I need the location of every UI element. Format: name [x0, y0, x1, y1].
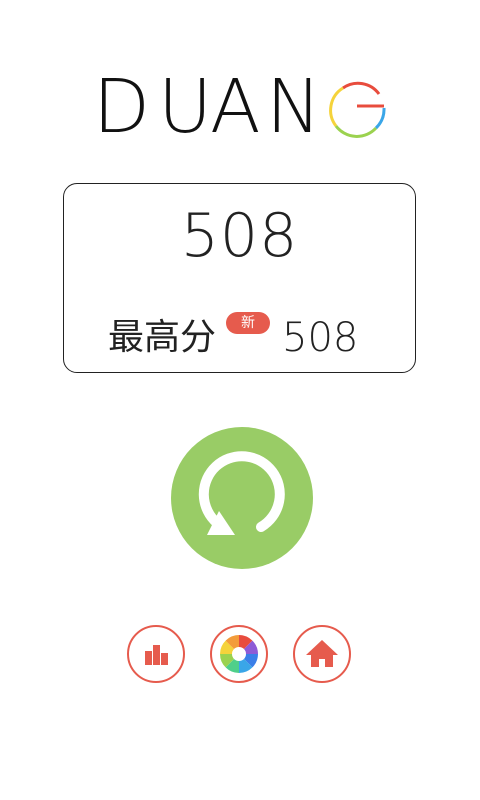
- logo-ring-segment: [334, 125, 378, 138]
- logo-text: N: [266, 66, 321, 146]
- best-score-row: 最高分 新 508: [108, 312, 378, 361]
- logo-graphic: D U A N: [93, 66, 386, 146]
- logo-text: A: [210, 66, 261, 146]
- replay-button[interactable]: [171, 427, 313, 569]
- current-score: 508: [180, 201, 299, 271]
- replay-icon: [198, 451, 285, 535]
- score-card: 508 最高分 新 508: [63, 183, 416, 373]
- logo-ring-segment: [374, 107, 386, 130]
- logo-ring-segment: [342, 81, 381, 95]
- new-record-badge: 新: [226, 312, 270, 334]
- best-score-value: 508: [282, 315, 359, 361]
- logo-g-ring: [329, 81, 386, 138]
- home-button[interactable]: [293, 625, 351, 683]
- leaderboard-button[interactable]: [127, 625, 185, 683]
- logo-text: U: [158, 66, 212, 146]
- logo-ring-segment: [329, 86, 344, 127]
- home-icon: [306, 640, 338, 667]
- aperture-icon: [220, 635, 258, 673]
- bar-chart-icon: [145, 645, 168, 665]
- best-score-label: 最高分: [108, 317, 217, 358]
- share-button[interactable]: [210, 625, 268, 683]
- game-logo: D U A N: [0, 66, 480, 146]
- logo-text: D: [93, 66, 154, 146]
